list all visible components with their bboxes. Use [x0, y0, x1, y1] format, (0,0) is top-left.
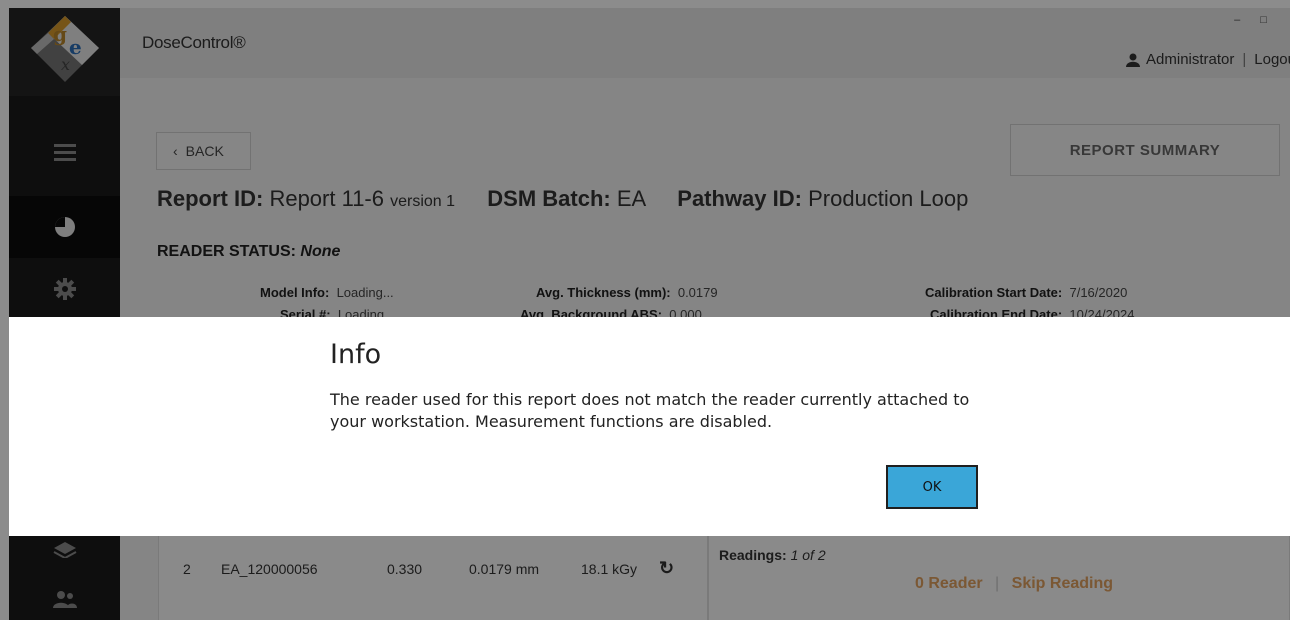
dialog-message: The reader used for this report does not… — [330, 390, 970, 431]
app-window: g e x DoseControl® ‒ □ Administrator | L… — [0, 0, 1290, 620]
info-dialog: Info The reader used for this report doe… — [9, 317, 1290, 536]
ok-button[interactable]: OK — [886, 465, 978, 509]
dialog-title: Info — [330, 339, 382, 370]
